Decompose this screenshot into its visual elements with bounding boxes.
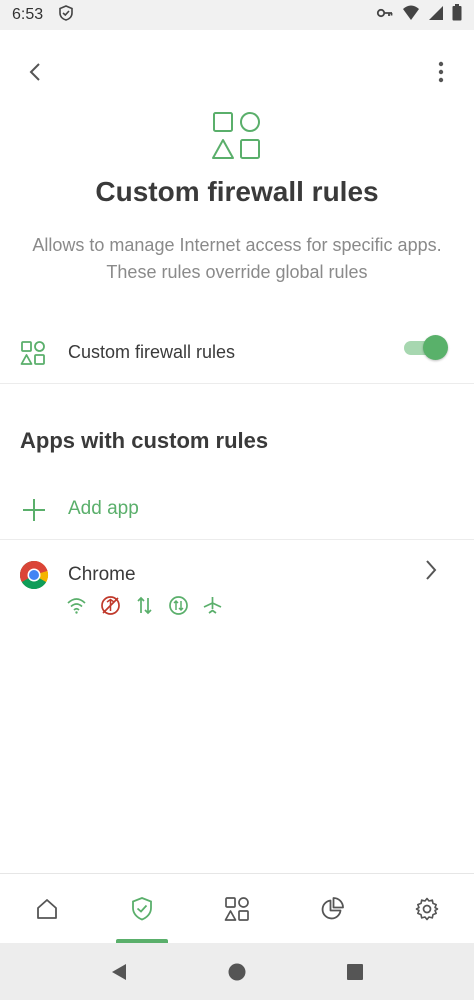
system-back-button[interactable] — [104, 957, 134, 987]
home-icon — [37, 898, 58, 919]
apps-icon — [224, 896, 249, 921]
system-recents-button[interactable] — [340, 957, 370, 987]
nav-protection[interactable] — [95, 874, 190, 943]
chrome-icon — [20, 560, 49, 589]
more-vertical-icon — [438, 61, 444, 83]
custom-rules-switch[interactable] — [404, 335, 448, 361]
back-button[interactable] — [18, 54, 52, 90]
protection-icon — [132, 896, 153, 920]
switch-thumb — [423, 335, 448, 360]
add-app-label: Add app — [68, 498, 139, 519]
system-navigation — [0, 943, 474, 1000]
vpn-key-icon — [376, 4, 394, 27]
custom-rules-toggle-row[interactable]: Custom firewall rules — [0, 322, 474, 384]
wifi-status-icon — [402, 5, 420, 26]
airplane-icon — [202, 595, 223, 616]
nav-apps[interactable] — [190, 874, 285, 943]
wifi-icon — [66, 595, 87, 616]
circle-home-icon — [228, 963, 246, 980]
page-description: Allows to manage Internet access for spe… — [32, 235, 442, 282]
status-bar: 6:53 — [0, 0, 474, 30]
signal-icon — [428, 5, 444, 26]
chevron-right-icon — [426, 560, 437, 580]
settings-icon — [415, 897, 438, 920]
battery-icon — [452, 4, 462, 26]
section-title: Apps with custom rules — [20, 428, 269, 453]
chevron-left-icon — [29, 63, 40, 81]
app-name: Chrome — [68, 564, 136, 585]
shield-status-icon — [57, 4, 75, 27]
square-recents-icon — [347, 963, 363, 980]
custom-rules-shapes-icon — [212, 112, 260, 159]
apps-grid-icon — [20, 341, 45, 365]
data-transfer-icon — [134, 595, 155, 616]
app-bar — [0, 52, 474, 92]
nav-home[interactable] — [0, 874, 95, 943]
system-home-button[interactable] — [222, 957, 252, 987]
mobile-data-blocked-icon — [100, 595, 121, 616]
more-options-button[interactable] — [426, 54, 456, 90]
rule-icons — [66, 595, 223, 616]
plus-icon — [23, 499, 45, 521]
stats-icon — [321, 896, 344, 919]
nav-settings[interactable] — [379, 874, 474, 943]
status-time: 6:53 — [12, 6, 44, 23]
bottom-navigation — [0, 873, 474, 943]
background-data-icon — [168, 595, 189, 616]
triangle-back-icon — [112, 963, 126, 980]
list-item[interactable]: Chrome — [0, 541, 474, 625]
toggle-label: Custom firewall rules — [68, 342, 236, 362]
page-title: Custom firewall rules — [95, 176, 379, 207]
nav-stats[interactable] — [284, 874, 379, 943]
add-app-button[interactable]: Add app — [0, 486, 474, 540]
